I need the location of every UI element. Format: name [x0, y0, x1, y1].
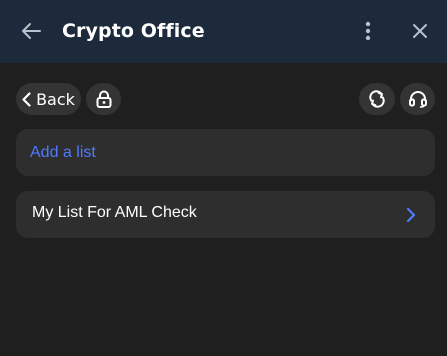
headset-icon: [408, 90, 428, 108]
back-arrow-icon[interactable]: [18, 18, 44, 44]
refresh-button[interactable]: [359, 83, 395, 115]
lock-button[interactable]: [86, 83, 121, 115]
add-list-field[interactable]: Add a list: [16, 129, 435, 176]
chevron-right-icon: [405, 207, 417, 223]
title-bar: Crypto Office: [0, 0, 447, 63]
close-icon[interactable]: [408, 19, 432, 43]
refresh-icon: [368, 90, 386, 108]
lock-icon: [96, 90, 112, 108]
add-list-placeholder: Add a list: [30, 144, 96, 161]
more-vertical-icon[interactable]: [356, 19, 380, 43]
back-button[interactable]: Back: [16, 83, 81, 115]
list-item[interactable]: My List For AML Check: [16, 191, 435, 238]
chevron-left-icon: [22, 91, 31, 107]
page-title: Crypto Office: [62, 20, 205, 42]
list-item-name: My List For AML Check: [32, 204, 197, 221]
support-button[interactable]: [400, 83, 435, 115]
back-button-label: Back: [36, 89, 75, 109]
